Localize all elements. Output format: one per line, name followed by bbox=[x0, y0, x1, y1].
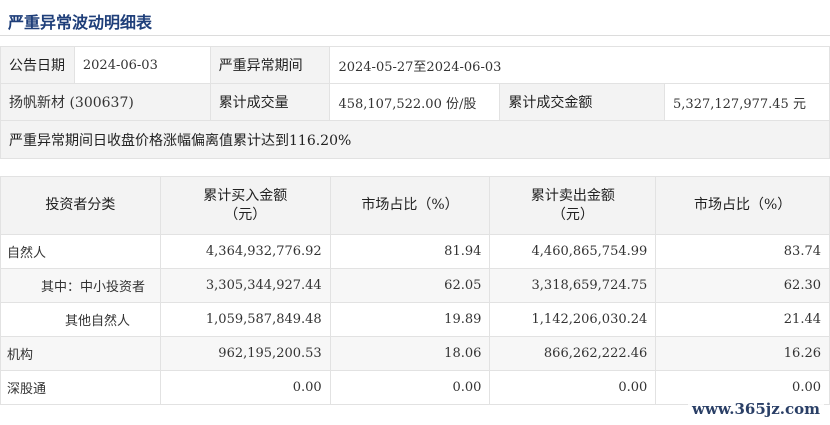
amount-label: 累计成交金额 bbox=[499, 83, 666, 121]
summary-row-date: 公告日期 2024-06-03 严重异常期间 2024-05-27至2024-0… bbox=[0, 46, 830, 84]
row-buy-share: 19.89 bbox=[329, 302, 491, 337]
row-buy-amount: 1,059,587,849.48 bbox=[159, 302, 331, 337]
title-divider bbox=[0, 35, 830, 36]
row-buy-amount: 962,195,200.53 bbox=[159, 336, 331, 371]
table-row: 机构 962,195,200.53 18.06 866,262,222.46 1… bbox=[0, 336, 830, 371]
header-category: 投资者分类 bbox=[0, 176, 161, 235]
deviation-note: 严重异常期间日收盘价格涨幅偏离值累计达到116.20% bbox=[0, 120, 830, 159]
row-sell-amount: 0.00 bbox=[489, 370, 657, 405]
table-row: 其他自然人 1,059,587,849.48 19.89 1,142,206,0… bbox=[0, 302, 830, 337]
row-buy-share: 81.94 bbox=[329, 234, 491, 269]
period-label: 严重异常期间 bbox=[209, 46, 331, 84]
row-category: 其中：中小投资者 bbox=[0, 268, 161, 303]
announce-date-label: 公告日期 bbox=[0, 46, 75, 84]
detail-header-row: 投资者分类 累计买入金额 （元） 市场占比（%） 累计卖出金额 （元） 市场占比… bbox=[0, 176, 830, 235]
row-buy-share: 0.00 bbox=[329, 370, 491, 405]
row-buy-amount: 4,364,932,776.92 bbox=[159, 234, 331, 269]
row-sell-share: 83.74 bbox=[655, 234, 830, 269]
row-sell-share: 16.26 bbox=[655, 336, 830, 371]
header-buy-share: 市场占比（%） bbox=[329, 176, 491, 235]
row-buy-share: 18.06 bbox=[329, 336, 491, 371]
row-buy-amount: 0.00 bbox=[159, 370, 331, 405]
row-sell-amount: 3,318,659,724.75 bbox=[489, 268, 657, 303]
summary-table: 公告日期 2024-06-03 严重异常期间 2024-05-27至2024-0… bbox=[0, 46, 830, 159]
header-sell-amount: 累计卖出金额 （元） bbox=[489, 176, 657, 235]
stock-name: 扬帆新材 (300637) bbox=[0, 83, 211, 121]
amount-value: 5,327,127,977.45 元 bbox=[664, 83, 830, 121]
header-sell-share: 市场占比（%） bbox=[655, 176, 830, 235]
volume-label: 累计成交量 bbox=[209, 83, 331, 121]
summary-row-deviation: 严重异常期间日收盘价格涨幅偏离值累计达到116.20% bbox=[0, 120, 830, 159]
row-buy-share: 62.05 bbox=[329, 268, 491, 303]
row-sell-amount: 4,460,865,754.99 bbox=[489, 234, 657, 269]
row-sell-share: 21.44 bbox=[655, 302, 830, 337]
row-buy-amount: 3,305,344,927.44 bbox=[159, 268, 331, 303]
row-category: 其他自然人 bbox=[0, 302, 161, 337]
volume-value: 458,107,522.00 份/股 bbox=[329, 83, 501, 121]
table-row: 其中：中小投资者 3,305,344,927.44 62.05 3,318,65… bbox=[0, 268, 830, 303]
period-value: 2024-05-27至2024-06-03 bbox=[329, 46, 830, 84]
site-watermark: www.365jz.com bbox=[688, 399, 824, 419]
announce-date-value: 2024-06-03 bbox=[73, 46, 211, 84]
header-buy-amount: 累计买入金额 （元） bbox=[159, 176, 331, 235]
row-sell-amount: 1,142,206,030.24 bbox=[489, 302, 657, 337]
investor-detail-table: 投资者分类 累计买入金额 （元） 市场占比（%） 累计卖出金额 （元） 市场占比… bbox=[0, 176, 830, 405]
page-title: 严重异常波动明细表 bbox=[8, 13, 153, 32]
row-category: 机构 bbox=[0, 336, 161, 371]
row-category: 深股通 bbox=[0, 370, 161, 405]
row-sell-amount: 866,262,222.46 bbox=[489, 336, 657, 371]
table-row: 自然人 4,364,932,776.92 81.94 4,460,865,754… bbox=[0, 234, 830, 269]
summary-row-trade: 扬帆新材 (300637) 累计成交量 458,107,522.00 份/股 累… bbox=[0, 83, 830, 121]
row-category: 自然人 bbox=[0, 234, 161, 269]
row-sell-share: 62.30 bbox=[655, 268, 830, 303]
